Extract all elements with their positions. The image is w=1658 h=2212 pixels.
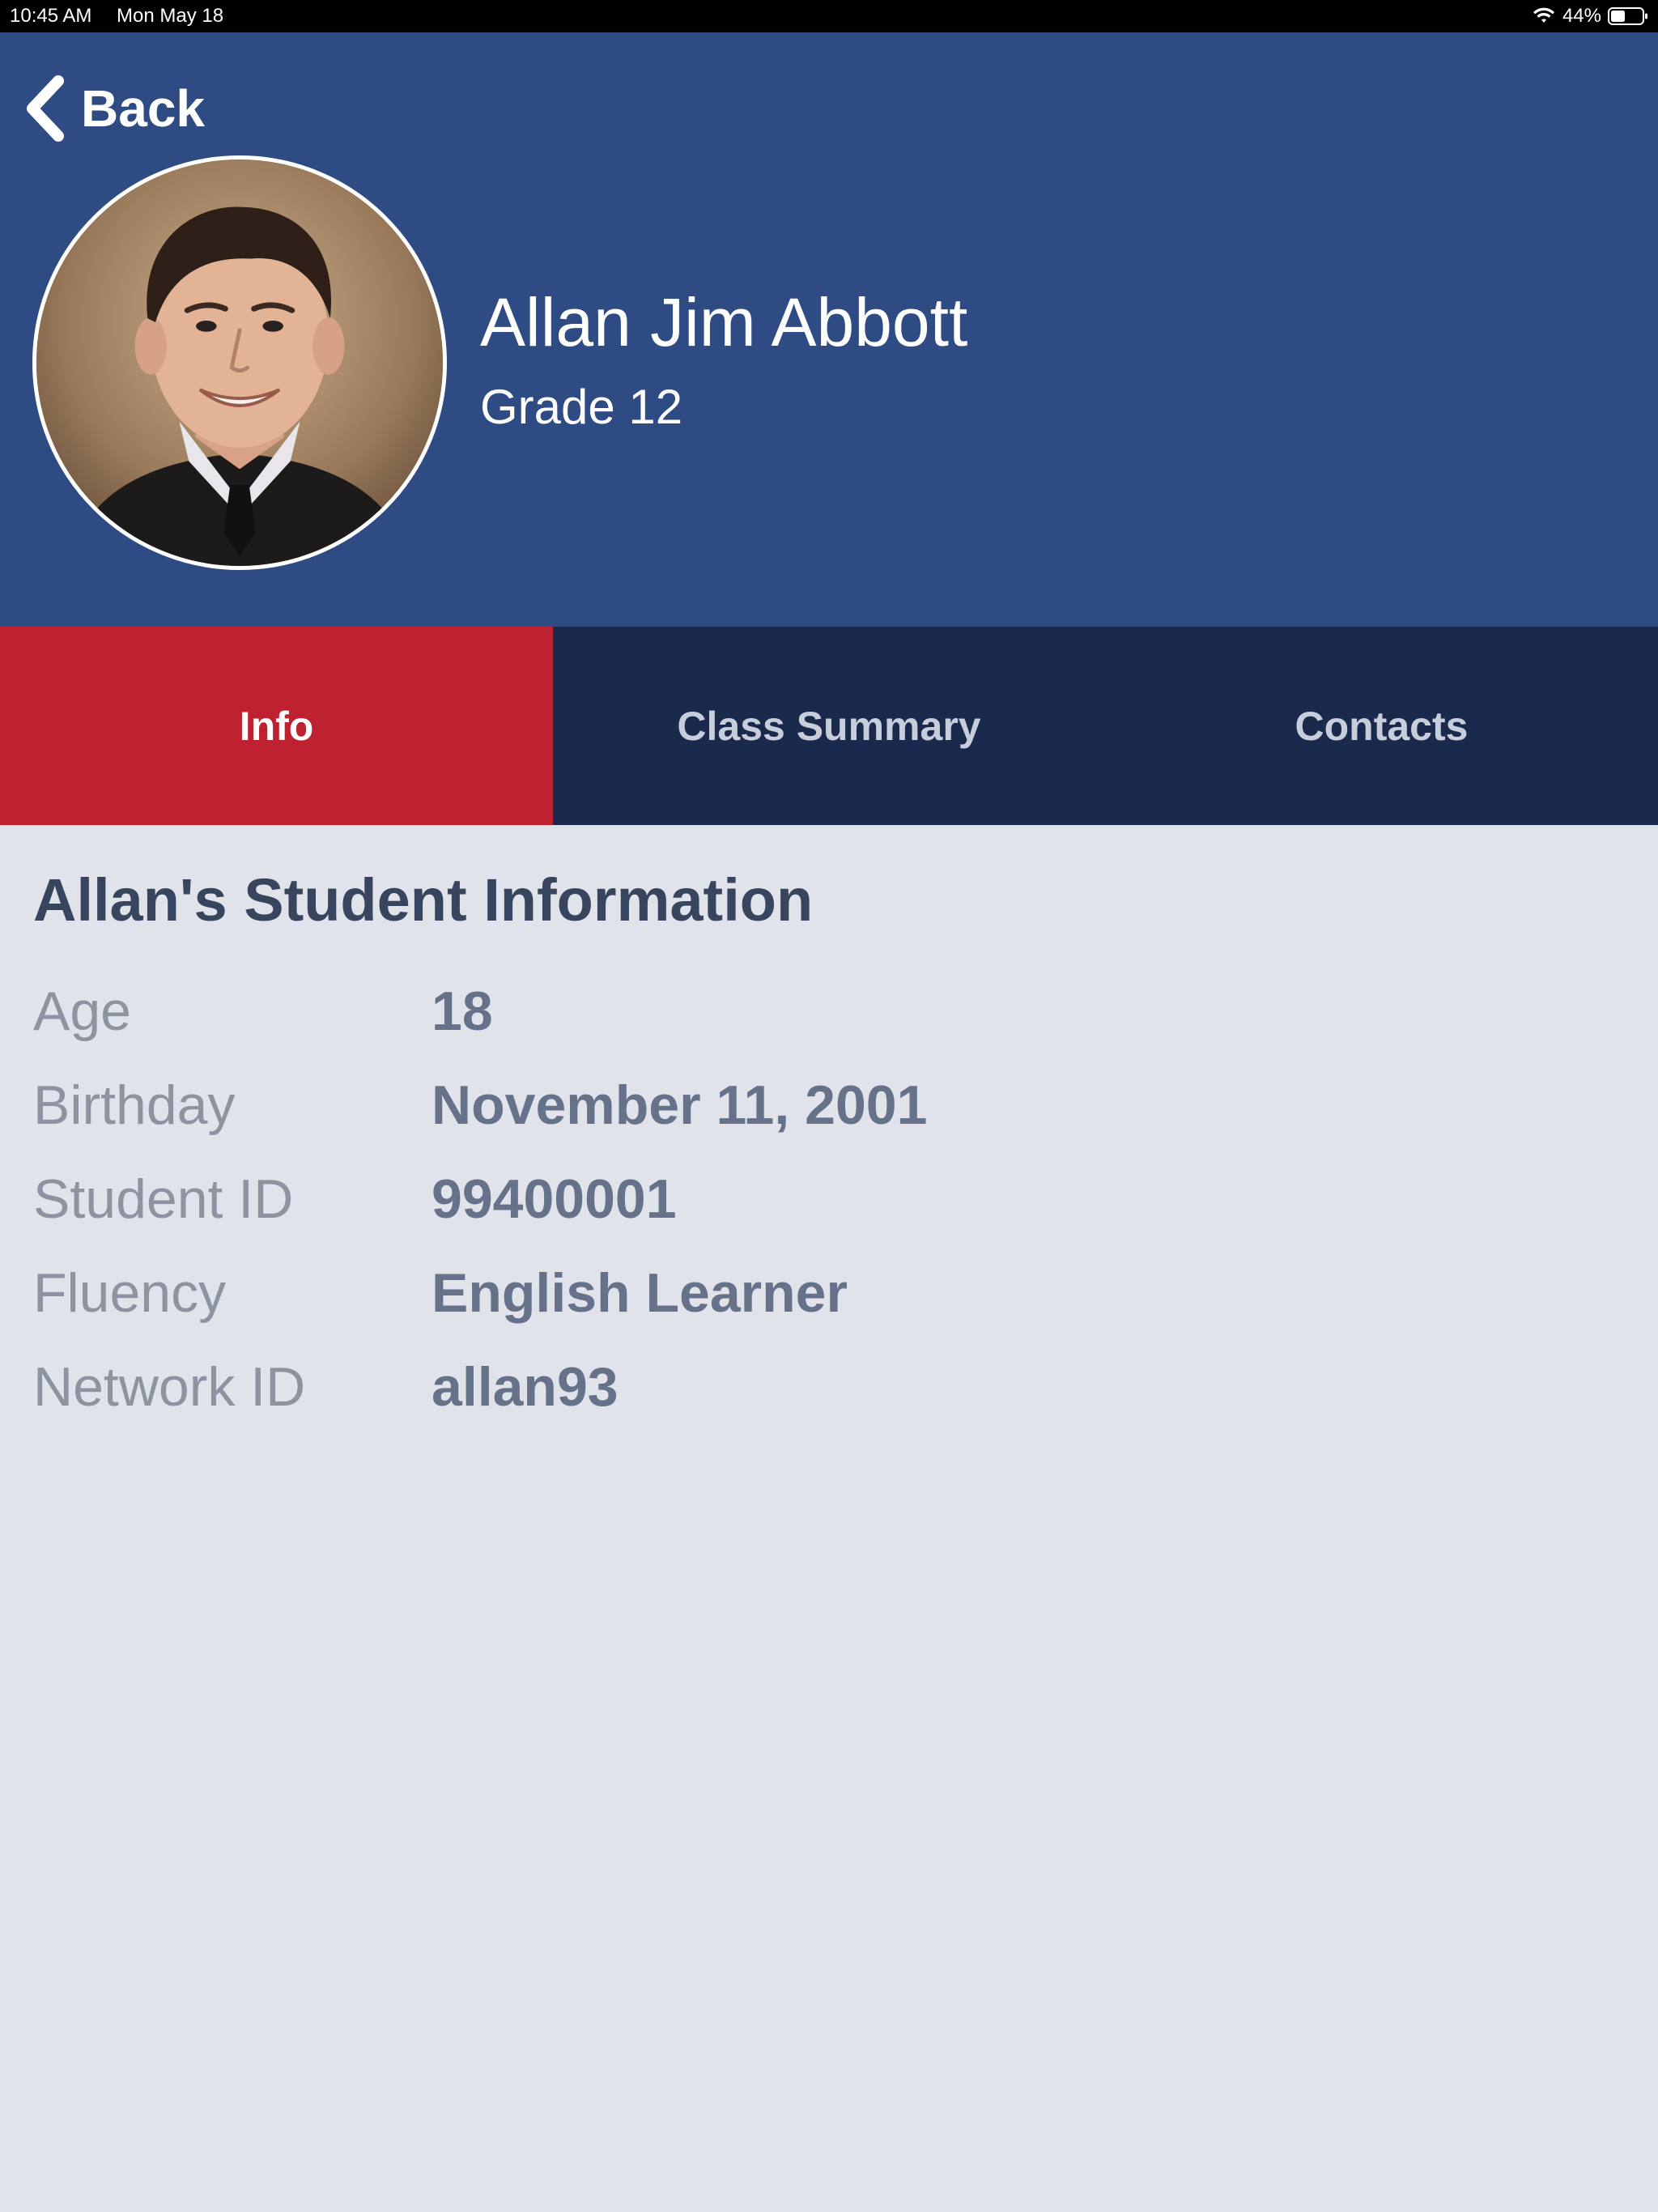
tab-class-summary[interactable]: Class Summary xyxy=(553,627,1105,825)
avatar xyxy=(32,155,447,570)
status-indicators: 44% xyxy=(1532,0,1648,32)
chevron-left-icon xyxy=(27,75,64,142)
battery-icon xyxy=(1608,7,1647,25)
wifi-icon xyxy=(1533,7,1554,23)
info-label: Fluency xyxy=(33,1262,227,1324)
section-title: Allan's Student Information xyxy=(33,866,814,934)
tab-contacts[interactable]: Contacts xyxy=(1105,627,1658,825)
info-row-age: Age 18 xyxy=(0,980,1658,1069)
info-value: 18 xyxy=(432,981,493,1042)
info-row-birthday: Birthday November 11, 2001 xyxy=(0,1074,1658,1163)
student-name: Allan Jim Abbott xyxy=(480,284,968,360)
info-value: English Learner xyxy=(432,1262,848,1324)
student-photo xyxy=(36,160,443,566)
status-bar: 10:45 AM Mon May 18 44% xyxy=(0,0,1658,32)
tab-info[interactable]: Info xyxy=(0,627,553,825)
info-label: Age xyxy=(33,981,131,1042)
info-row-fluency: Fluency English Learner xyxy=(0,1261,1658,1351)
info-row-network-id: Network ID allan93 xyxy=(0,1355,1658,1444)
info-label: Student ID xyxy=(33,1168,294,1230)
back-button[interactable]: Back xyxy=(23,74,205,143)
info-label: Birthday xyxy=(33,1074,236,1136)
status-date: Mon May 18 xyxy=(117,5,224,27)
info-value: November 11, 2001 xyxy=(432,1074,928,1136)
student-profile-screen: 10:45 AM Mon May 18 44% Back Allan Jim A… xyxy=(0,0,1658,2212)
battery-percent: 44% xyxy=(1562,5,1601,27)
info-row-student-id: Student ID 99400001 xyxy=(0,1168,1658,1257)
profile-tabs: Info Class Summary Contacts xyxy=(0,627,1658,825)
info-value: allan93 xyxy=(432,1356,619,1418)
info-value: 99400001 xyxy=(432,1168,677,1230)
info-label: Network ID xyxy=(33,1356,306,1418)
back-label: Back xyxy=(81,79,205,138)
profile-header: Back Allan Jim Abbott Grade 12 xyxy=(0,32,1658,627)
student-grade: Grade 12 xyxy=(480,380,683,434)
status-time: 10:45 AM xyxy=(10,5,92,27)
